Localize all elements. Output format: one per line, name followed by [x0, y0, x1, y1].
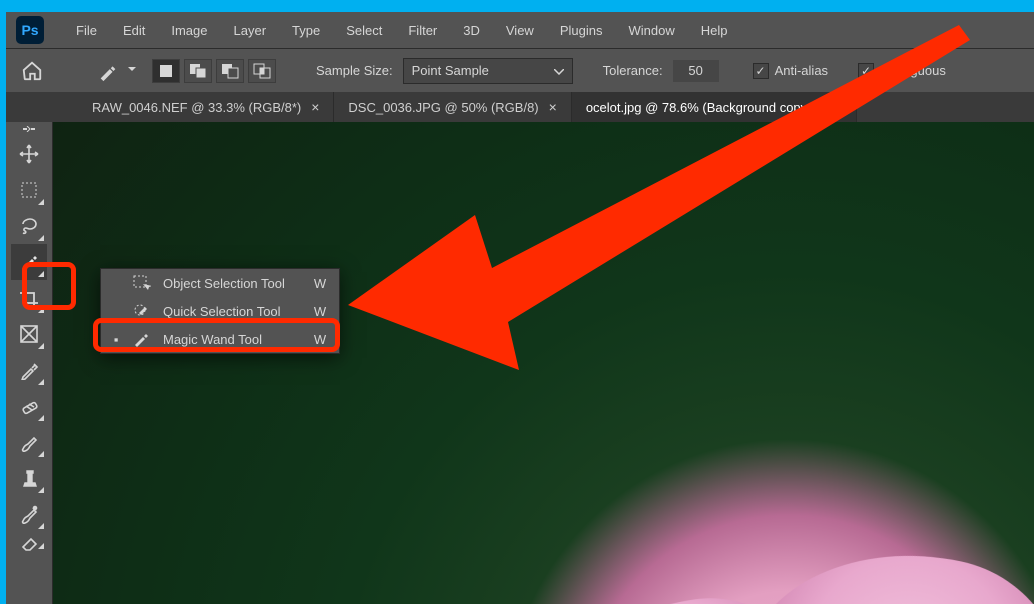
clone-stamp-tool[interactable]	[11, 460, 47, 496]
menu-type[interactable]: Type	[280, 17, 332, 44]
eyedropper-tool[interactable]	[11, 352, 47, 388]
selected-indicator: ▪	[111, 332, 121, 347]
magic-wand-icon	[131, 331, 153, 347]
sample-size-label: Sample Size:	[316, 63, 393, 78]
sample-size-value: Point Sample	[412, 63, 489, 78]
menu-image[interactable]: Image	[159, 17, 219, 44]
menu-layer[interactable]: Layer	[222, 17, 279, 44]
menu-plugins[interactable]: Plugins	[548, 17, 615, 44]
lasso-tool[interactable]	[11, 208, 47, 244]
menu-file[interactable]: File	[64, 17, 109, 44]
quick-selection-icon	[131, 303, 153, 319]
document-tab[interactable]: RAW_0046.NEF @ 33.3% (RGB/8*) ×	[78, 92, 334, 122]
photoshop-window: Ps File Edit Image Layer Type Select Fil…	[6, 12, 1034, 604]
selection-new[interactable]	[152, 59, 180, 83]
antialias-checkbox[interactable]: ✓ Anti-alias	[753, 63, 828, 79]
app-logo: Ps	[16, 16, 44, 44]
menu-filter[interactable]: Filter	[396, 17, 449, 44]
checkbox-checked-icon: ✓	[858, 63, 874, 79]
options-bar: Sample Size: Point Sample Tolerance: ✓ A…	[6, 48, 1034, 92]
menu-window[interactable]: Window	[616, 17, 686, 44]
flyout-magic-wand[interactable]: ▪ Magic Wand Tool W	[101, 325, 339, 353]
eraser-tool[interactable]	[11, 532, 47, 552]
checkbox-checked-icon: ✓	[753, 63, 769, 79]
menu-select[interactable]: Select	[334, 17, 394, 44]
sample-size-select[interactable]: Point Sample	[403, 58, 573, 84]
frame-tool[interactable]	[11, 316, 47, 352]
contiguous-checkbox[interactable]: ✓ Contiguous	[858, 63, 946, 79]
document-tab[interactable]: DSC_0036.JPG @ 50% (RGB/8) ×	[334, 92, 571, 122]
marquee-tool[interactable]	[11, 172, 47, 208]
tolerance-input[interactable]	[673, 60, 719, 82]
menu-help[interactable]: Help	[689, 17, 740, 44]
menu-items: File Edit Image Layer Type Select Filter…	[64, 17, 739, 44]
tolerance-label: Tolerance:	[603, 63, 663, 78]
brush-tool[interactable]	[11, 424, 47, 460]
selection-intersect[interactable]	[248, 59, 276, 83]
selection-add[interactable]	[184, 59, 212, 83]
flyout-quick-selection[interactable]: Quick Selection Tool W	[101, 297, 339, 325]
menu-view[interactable]: View	[494, 17, 546, 44]
document-tabbar: RAW_0046.NEF @ 33.3% (RGB/8*) × DSC_0036…	[6, 92, 1034, 122]
crop-tool[interactable]	[11, 280, 47, 316]
chevron-down-icon	[554, 63, 564, 78]
menu-3d[interactable]: 3D	[451, 17, 492, 44]
menubar: Ps File Edit Image Layer Type Select Fil…	[6, 12, 1034, 48]
history-brush-tool[interactable]	[11, 496, 47, 532]
tool-flyout-menu: Object Selection Tool W Quick Selection …	[100, 268, 340, 354]
toolbar	[6, 122, 53, 604]
document-canvas[interactable]	[53, 122, 1034, 604]
flyout-object-selection[interactable]: Object Selection Tool W	[101, 269, 339, 297]
image-content	[53, 122, 1034, 604]
menu-edit[interactable]: Edit	[111, 17, 157, 44]
selection-subtract[interactable]	[216, 59, 244, 83]
document-tab[interactable]: ocelot.jpg @ 78.6% (Background copy, RGB	[572, 92, 857, 122]
main-area	[6, 122, 1034, 604]
home-button[interactable]	[16, 55, 48, 87]
tool-preset-picker[interactable]	[92, 55, 124, 87]
close-icon[interactable]: ×	[549, 99, 557, 115]
move-tool[interactable]	[11, 136, 47, 172]
selection-mode-group	[152, 59, 276, 83]
close-icon[interactable]: ×	[311, 99, 319, 115]
object-selection-icon	[131, 275, 153, 291]
healing-brush-tool[interactable]	[11, 388, 47, 424]
magic-wand-tool[interactable]	[11, 244, 47, 280]
toolbar-expand[interactable]	[6, 122, 52, 136]
